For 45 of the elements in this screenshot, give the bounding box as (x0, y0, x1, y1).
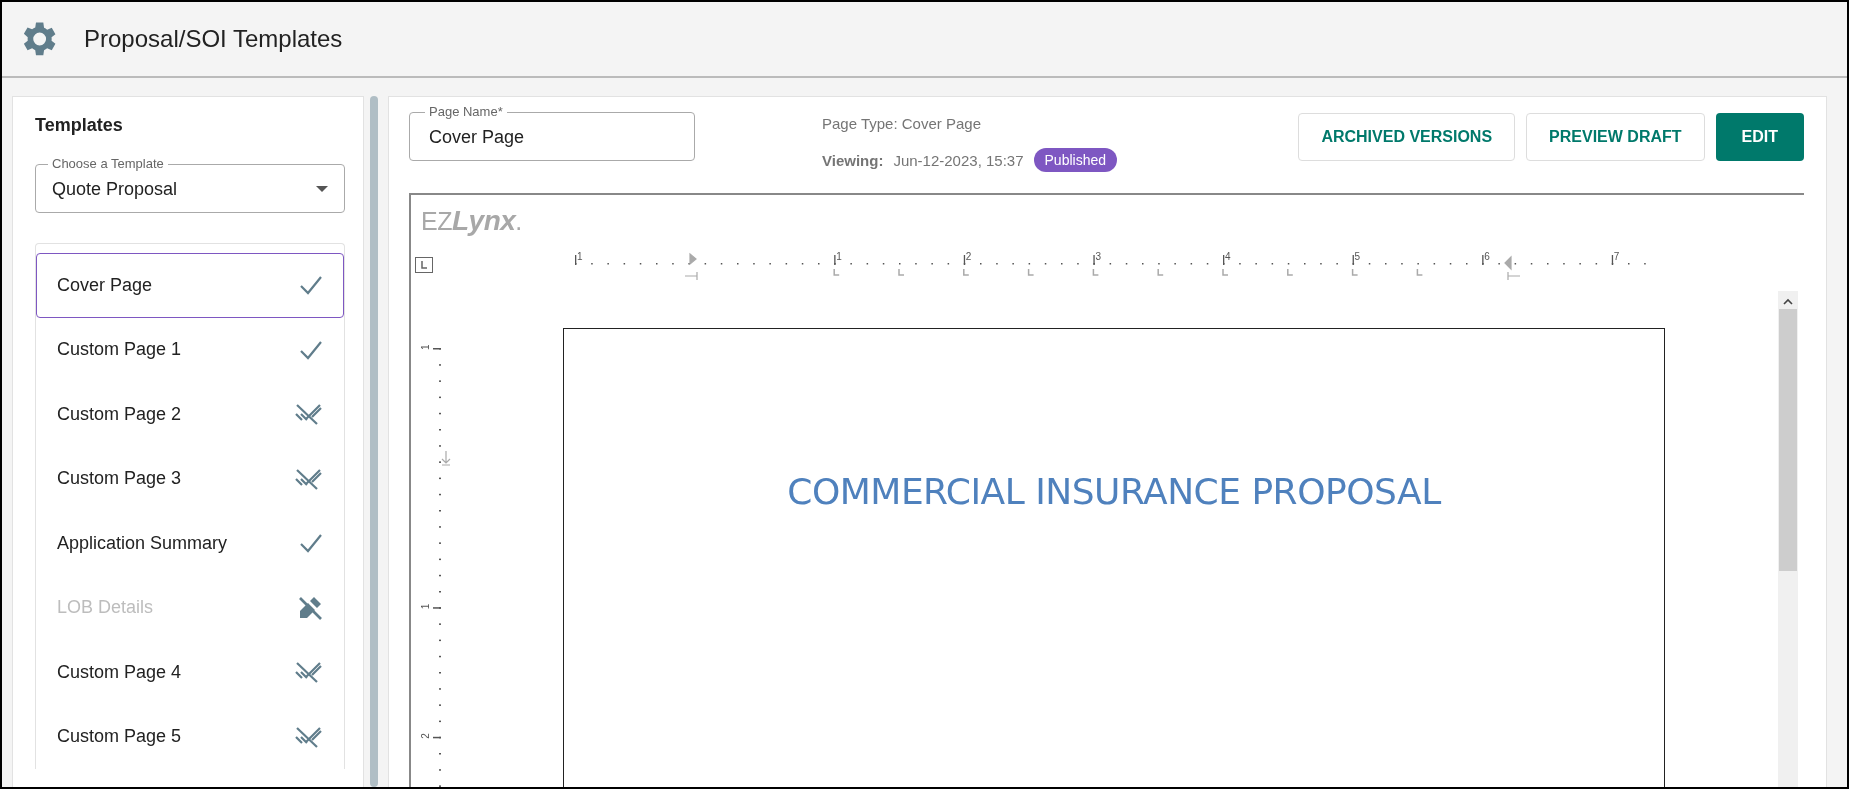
crossed-check-icon (293, 466, 323, 491)
page-type-text: Page Type: Cover Page (822, 115, 982, 132)
action-button[interactable]: PREVIEW DRAFT (1526, 113, 1705, 161)
crossed-check-icon (293, 724, 323, 749)
page-list-item[interactable]: Custom Page 3 (36, 446, 344, 511)
page-name-field[interactable]: Page Name* Cover Page (409, 104, 695, 161)
ruler-number: 2 (420, 733, 431, 739)
ruler-number: 5 (1354, 251, 1361, 262)
page-list-item[interactable]: Custom Page 1 (36, 317, 344, 382)
ruler-number: 2 (965, 251, 972, 262)
page-list-item[interactable]: Application Summary (36, 511, 344, 576)
viewing-date: Jun-12-2023, 15:37 (893, 151, 1024, 169)
status-badge: Published (1033, 148, 1117, 172)
action-button[interactable]: ARCHIVED VERSIONS (1298, 113, 1516, 161)
ruler-number: 1 (577, 251, 583, 262)
ruler-number: 1 (420, 603, 431, 610)
check-icon (299, 339, 323, 360)
document-title: COMMERCIAL INSURANCE PROPOSAL (787, 471, 1441, 512)
check-icon (299, 533, 323, 554)
page-title: Proposal/SOI Templates (84, 25, 343, 53)
page-list-item[interactable]: Custom Page 5 (36, 704, 344, 769)
viewing-label: Viewing: (822, 151, 884, 169)
edit-button[interactable]: EDIT (1715, 113, 1804, 161)
caret-icon (316, 186, 328, 192)
scrollbar-thumb[interactable] (1779, 309, 1797, 571)
page-list-item[interactable]: Custom Page 4 (36, 640, 344, 705)
scrollbar[interactable] (370, 96, 378, 787)
ruler-number: 1 (420, 344, 431, 350)
crossed-check-icon (293, 402, 323, 427)
logo: EZLynx. (421, 207, 522, 235)
ruler-number: 1 (836, 251, 842, 262)
check-icon (299, 275, 323, 296)
sidebar-heading: Templates (35, 115, 124, 136)
ruler-number: 6 (1484, 251, 1490, 262)
ruler-number: 4 (1225, 251, 1231, 262)
pencil-off-icon (297, 594, 323, 621)
tab-stop-icon[interactable] (415, 257, 433, 273)
ruler-number: 7 (1613, 251, 1620, 262)
page-list-item[interactable]: Cover Page (36, 253, 344, 318)
ruler-number: 3 (1095, 251, 1101, 262)
scrollbar[interactable] (1778, 291, 1798, 787)
scroll-up-icon[interactable] (1782, 297, 1794, 307)
template-dropdown[interactable]: Choose a Template Quote Proposal (35, 156, 345, 213)
page-list-item[interactable]: Custom Page 2 (36, 382, 344, 447)
crossed-check-icon (293, 660, 323, 685)
